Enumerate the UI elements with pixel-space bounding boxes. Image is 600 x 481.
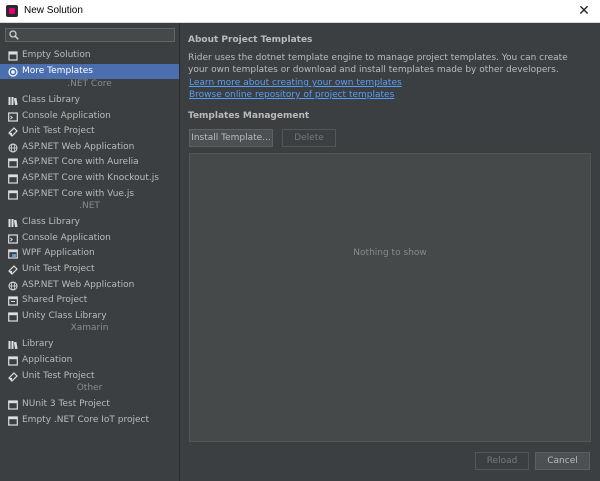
template-item-label: ASP.NET Core with Aurelia <box>22 157 139 168</box>
window-icon <box>8 400 18 410</box>
template-item-label: WPF Application <box>22 248 95 259</box>
class-library-icon <box>8 218 18 228</box>
template-item-label: More Templates <box>22 66 93 76</box>
template-item-label: Empty Solution <box>22 50 91 60</box>
class-library-icon <box>8 96 18 106</box>
templates-list[interactable]: Nothing to show <box>189 153 591 442</box>
template-item-nunit-3-test-project[interactable]: NUnit 3 Test Project <box>0 397 179 412</box>
template-item-label: Library <box>22 339 54 350</box>
template-item-label: Unit Test Project <box>22 264 95 274</box>
section-header: Xamarin <box>70 323 109 334</box>
template-item-label: ASP.NET Web Application <box>22 279 135 290</box>
templates-management-title: Templates Management <box>188 111 310 121</box>
console-app-icon <box>8 234 18 244</box>
template-item-unit-test-project[interactable]: Unit Test Project <box>0 262 179 277</box>
empty-list-message: Nothing to show <box>353 248 427 258</box>
browse-repository-link[interactable]: Browse online repository of project temp… <box>189 90 394 100</box>
search-box[interactable] <box>5 28 175 42</box>
search-icon <box>9 30 19 40</box>
template-item-empty-solution[interactable]: Empty Solution <box>0 48 179 63</box>
template-item-asp-net-core-with-knockout-js[interactable]: ASP.NET Core with Knockout.js <box>0 171 179 186</box>
template-item-wpf-application[interactable]: WPF Application <box>0 246 179 261</box>
empty-solution-icon <box>8 51 18 61</box>
console-app-icon <box>8 111 18 122</box>
window-icon <box>8 189 18 200</box>
window-icon <box>8 312 18 322</box>
template-item-application[interactable]: Application <box>0 353 179 368</box>
template-item-label: ASP.NET Core with Knockout.js <box>22 173 159 183</box>
section-header: .NET Core <box>67 79 112 89</box>
cancel-button[interactable]: Cancel <box>535 452 590 470</box>
web-app-icon <box>8 281 18 291</box>
rider-app-icon <box>6 5 18 17</box>
main-panel: About Project Templates Rider uses the d… <box>181 23 600 481</box>
about-description: Rider uses the dotnet template engine to… <box>188 53 568 75</box>
web-app-icon <box>8 143 18 153</box>
template-item-asp-net-web-application[interactable]: ASP.NET Web Application <box>0 278 179 293</box>
unit-test-icon <box>8 265 18 275</box>
template-item-more-templates[interactable]: More Templates <box>0 64 179 79</box>
template-item-class-library[interactable]: Class Library <box>0 93 179 108</box>
wpf-app-icon <box>8 249 18 259</box>
window-icon <box>8 158 18 168</box>
window-title: New Solution <box>24 5 83 16</box>
install-template-button[interactable]: Install Template... <box>189 129 273 147</box>
template-item-class-library[interactable]: Class Library <box>0 215 179 230</box>
template-item-asp-net-web-application[interactable]: ASP.NET Web Application <box>0 140 179 155</box>
about-title: About Project Templates <box>188 35 313 45</box>
template-item-shared-project[interactable]: Shared Project <box>0 293 179 308</box>
template-item-label: Console Application <box>22 232 111 243</box>
template-item-empty-net-core-iot-project[interactable]: Empty .NET Core IoT project <box>0 413 179 428</box>
section-header: Other <box>76 383 103 394</box>
template-item-library[interactable]: Library <box>0 337 179 352</box>
learn-more-link[interactable]: Learn more about creating your own templ… <box>189 78 402 88</box>
window-icon <box>8 416 18 426</box>
reload-button[interactable]: Reload <box>475 452 529 470</box>
more-templates-icon <box>8 67 18 77</box>
unit-test-icon <box>8 371 18 382</box>
shared-project-icon <box>8 296 18 306</box>
template-item-label: Class Library <box>22 217 81 228</box>
close-icon[interactable]: ✕ <box>576 3 592 19</box>
template-item-label: Empty .NET Core IoT project <box>22 414 149 425</box>
section-header: .NET <box>79 201 100 212</box>
template-item-unit-test-project[interactable]: Unit Test Project <box>0 124 179 139</box>
template-item-label: Shared Project <box>22 295 88 306</box>
template-item-console-application[interactable]: Console Application <box>0 109 179 124</box>
unit-test-icon <box>8 127 18 138</box>
search-input[interactable] <box>22 29 172 41</box>
template-item-label: Class Library <box>22 95 81 105</box>
title-bar: New Solution ✕ <box>0 0 600 23</box>
class-library-icon <box>8 340 18 350</box>
template-item-asp-net-core-with-aurelia[interactable]: ASP.NET Core with Aurelia <box>0 155 179 170</box>
delete-button[interactable]: Delete <box>282 129 336 147</box>
window-icon <box>8 174 18 184</box>
template-sidebar: Empty Solution More Templates .NET Core Cla… <box>0 23 180 481</box>
window-icon <box>8 356 18 366</box>
template-item-label: Console Application <box>22 110 111 121</box>
template-item-label: Unit Test Project <box>22 126 95 137</box>
template-item-label: ASP.NET Web Application <box>22 141 135 152</box>
template-item-label: Application <box>22 355 73 365</box>
template-item-label: NUnit 3 Test Project <box>22 399 110 410</box>
template-item-console-application[interactable]: Console Application <box>0 231 179 246</box>
